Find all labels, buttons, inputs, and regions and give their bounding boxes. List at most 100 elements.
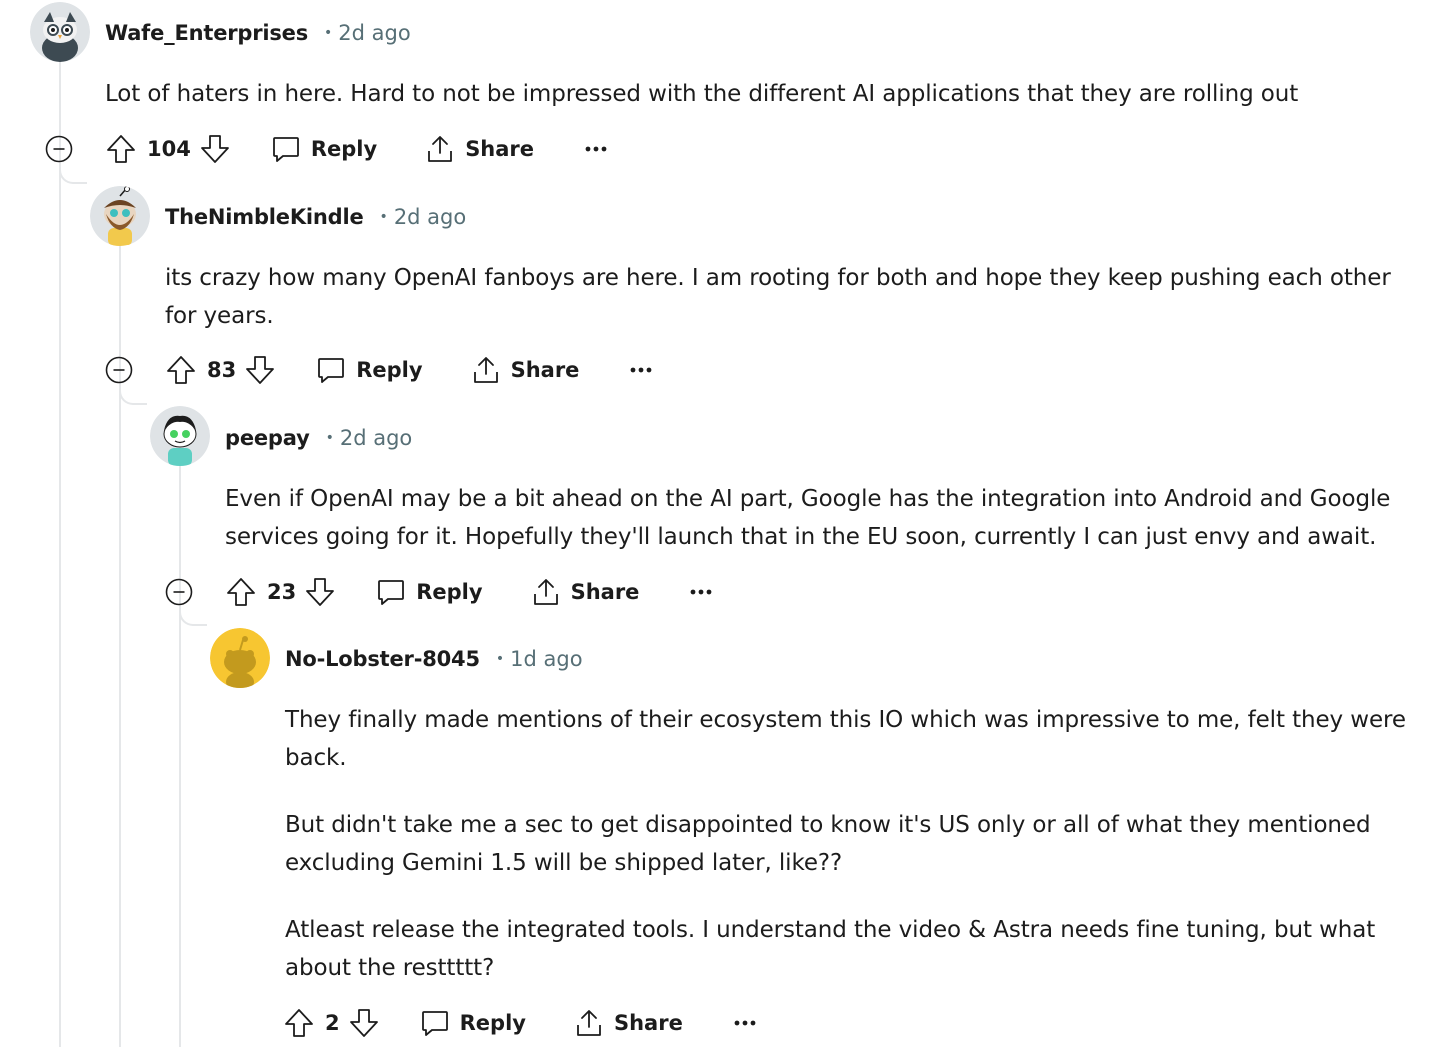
more-options-button[interactable] (731, 1009, 759, 1037)
vote-score: 2 (325, 1011, 340, 1035)
arrow-up-icon (227, 578, 255, 606)
avatar[interactable] (210, 628, 270, 688)
comment-actions: 83 Reply Share (105, 350, 655, 390)
snoo-owl-avatar-icon (30, 2, 90, 62)
username[interactable]: Wafe_Enterprises (105, 21, 308, 45)
comment-meta: Wafe_Enterprises • 2d ago (105, 18, 411, 48)
share-label: Share (510, 358, 580, 382)
ellipsis-icon (631, 367, 652, 373)
upvote-button[interactable] (165, 354, 197, 386)
more-options-button[interactable] (627, 356, 655, 384)
comment-paragraph: They finally made mentions of their ecos… (285, 707, 1406, 771)
comment-meta: TheNimbleKindle • 2d ago (165, 202, 466, 232)
comment-actions: 2 Reply Share (283, 1003, 759, 1043)
collapse-button[interactable] (45, 135, 73, 163)
username[interactable]: No-Lobster-8045 (285, 647, 480, 671)
share-upload-icon (428, 136, 453, 162)
snoo-bearded-avatar-icon (90, 186, 150, 246)
arrow-down-icon (246, 356, 275, 384)
share-button[interactable]: Share (574, 1008, 683, 1038)
downvote-button[interactable] (244, 354, 276, 386)
arrow-up-icon (285, 1009, 313, 1037)
meta-separator: • (324, 25, 333, 41)
share-upload-icon (473, 357, 498, 383)
share-label: Share (465, 137, 535, 161)
reply-label: Reply (459, 1011, 526, 1035)
share-button[interactable]: Share (471, 355, 580, 385)
collapse-button[interactable] (105, 356, 133, 384)
timestamp[interactable]: 2d ago (394, 205, 466, 229)
thread-line-level-3 (179, 466, 181, 1047)
minus-circle-icon (105, 356, 133, 384)
downvote-button[interactable] (304, 576, 336, 608)
comment-paragraph: But didn't take me a sec to get disappoi… (285, 812, 1371, 876)
more-options-button[interactable] (687, 578, 715, 606)
ellipsis-icon (691, 589, 712, 595)
timestamp[interactable]: 1d ago (510, 647, 582, 671)
comment-actions: 23 Reply Share (165, 572, 715, 612)
ellipsis-icon (734, 1020, 756, 1026)
arrow-up-icon (167, 356, 195, 384)
more-options-button[interactable] (582, 135, 610, 163)
vote-group: 23 (225, 576, 336, 608)
downvote-button[interactable] (348, 1007, 380, 1039)
vote-group: 2 (283, 1007, 380, 1039)
vote-score: 83 (207, 358, 237, 382)
comment-body: They finally made mentions of their ecos… (285, 701, 1425, 987)
meta-separator: • (325, 430, 334, 446)
snoo-default-yellow-avatar-icon (210, 628, 270, 688)
vote-group: 83 (165, 354, 276, 386)
upvote-button[interactable] (225, 576, 257, 608)
comment-meta: No-Lobster-8045 • 1d ago (285, 644, 583, 674)
avatar[interactable] (90, 186, 150, 246)
downvote-button[interactable] (199, 133, 231, 165)
reply-label: Reply (356, 358, 423, 382)
reply-button[interactable]: Reply (376, 577, 483, 607)
speech-bubble-icon (378, 580, 405, 605)
reply-label: Reply (416, 580, 483, 604)
upvote-button[interactable] (105, 133, 137, 165)
comment-paragraph: its crazy how many OpenAI fanboys are he… (165, 265, 1391, 329)
vote-score: 104 (147, 137, 191, 161)
comment-actions: 104 Reply Share (45, 129, 610, 169)
snoo-green-eyes-avatar-icon (150, 406, 210, 466)
share-upload-icon (577, 1010, 601, 1036)
arrow-down-icon (306, 578, 335, 606)
ellipsis-icon (585, 146, 607, 152)
vote-group: 104 (105, 133, 231, 165)
share-button[interactable]: Share (425, 134, 534, 164)
share-label: Share (613, 1011, 683, 1035)
comment-paragraph: Lot of haters in here. Hard to not be im… (105, 81, 1299, 107)
meta-separator: • (495, 651, 505, 667)
reply-button[interactable]: Reply (316, 355, 423, 385)
meta-separator: • (379, 209, 388, 225)
minus-circle-icon (165, 578, 193, 606)
reply-button[interactable]: Reply (420, 1008, 526, 1038)
vote-score: 23 (267, 580, 297, 604)
speech-bubble-icon (421, 1011, 448, 1036)
comment-meta: peepay • 2d ago (225, 423, 412, 453)
share-label: Share (570, 580, 640, 604)
comment-paragraph: Atleast release the integrated tools. I … (285, 917, 1376, 981)
arrow-up-icon (107, 135, 135, 163)
timestamp[interactable]: 2d ago (338, 21, 410, 45)
share-upload-icon (533, 579, 558, 605)
comment-body: its crazy how many OpenAI fanboys are he… (165, 259, 1427, 335)
share-button[interactable]: Share (531, 577, 640, 607)
minus-circle-icon (45, 135, 73, 163)
speech-bubble-icon (272, 137, 299, 162)
arrow-down-icon (349, 1009, 378, 1037)
reply-button[interactable]: Reply (271, 134, 377, 164)
timestamp[interactable]: 2d ago (340, 426, 412, 450)
comment-body: Even if OpenAI may be a bit ahead on the… (225, 480, 1427, 556)
collapse-button[interactable] (165, 578, 193, 606)
comment-body: Lot of haters in here. Hard to not be im… (105, 75, 1425, 113)
comment-paragraph: Even if OpenAI may be a bit ahead on the… (225, 486, 1391, 550)
reply-label: Reply (310, 137, 378, 161)
username[interactable]: TheNimbleKindle (165, 205, 364, 229)
username[interactable]: peepay (225, 426, 310, 450)
arrow-down-icon (200, 135, 229, 163)
upvote-button[interactable] (283, 1007, 315, 1039)
avatar[interactable] (30, 2, 90, 62)
avatar[interactable] (150, 406, 210, 466)
